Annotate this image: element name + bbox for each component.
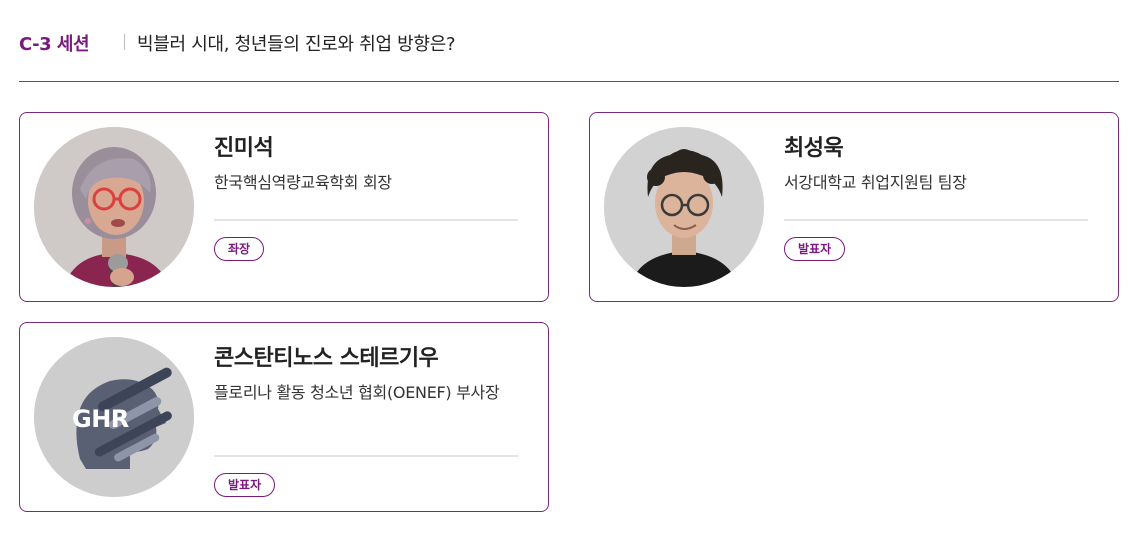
speaker-affiliation: 한국핵심역량교육학회 회장 <box>214 173 392 192</box>
speaker-photo <box>604 127 764 287</box>
ghr-logo-text: GHR <box>72 405 129 433</box>
speaker-affiliation: 플로리나 활동 청소년 협회(OENEF) 부사장 <box>214 383 500 402</box>
speaker-card: GHR 콘스탄티노스 스테르기우 플로리나 활동 청소년 협회(OENEF) 부… <box>19 322 549 512</box>
speaker-name: 콘스탄티노스 스테르기우 <box>214 346 439 371</box>
man-portrait-image <box>604 127 764 287</box>
speaker-affiliation: 서강대학교 취업지원팀 팀장 <box>784 173 967 192</box>
card-divider <box>784 219 1088 221</box>
woman-portrait-image <box>34 127 194 287</box>
role-badge: 발표자 <box>784 237 846 261</box>
session-code: C-3 세션 <box>19 34 90 55</box>
card-divider <box>214 219 518 221</box>
speaker-info: 콘스탄티노스 스테르기우 플로리나 활동 청소년 협회(OENEF) 부사장 <box>214 343 520 405</box>
role-badge: 발표자 <box>214 473 276 497</box>
speaker-name: 진미석 <box>214 136 274 161</box>
role-badge: 좌장 <box>214 237 265 261</box>
speaker-card: 진미석 한국핵심역량교육학회 회장 좌장 <box>19 112 549 302</box>
session-title: 빅블러 시대, 청년들의 진로와 취업 방향은? <box>137 34 456 55</box>
role-wrapper: 발표자 <box>784 237 846 261</box>
speaker-name: 최성욱 <box>784 136 844 161</box>
speaker-photo <box>34 127 194 287</box>
speaker-photo: GHR <box>34 337 194 497</box>
role-wrapper: 발표자 <box>214 473 276 497</box>
role-wrapper: 좌장 <box>214 237 265 261</box>
session-header: C-3 세션 빅블러 시대, 청년들의 진로와 취업 방향은? <box>19 26 1119 82</box>
speaker-info: 진미석 한국핵심역량교육학회 회장 <box>214 133 520 195</box>
card-divider <box>214 455 518 457</box>
speaker-info: 최성욱 서강대학교 취업지원팀 팀장 <box>784 133 1090 195</box>
speaker-card: 최성욱 서강대학교 취업지원팀 팀장 발표자 <box>589 112 1119 302</box>
header-separator <box>124 34 125 50</box>
